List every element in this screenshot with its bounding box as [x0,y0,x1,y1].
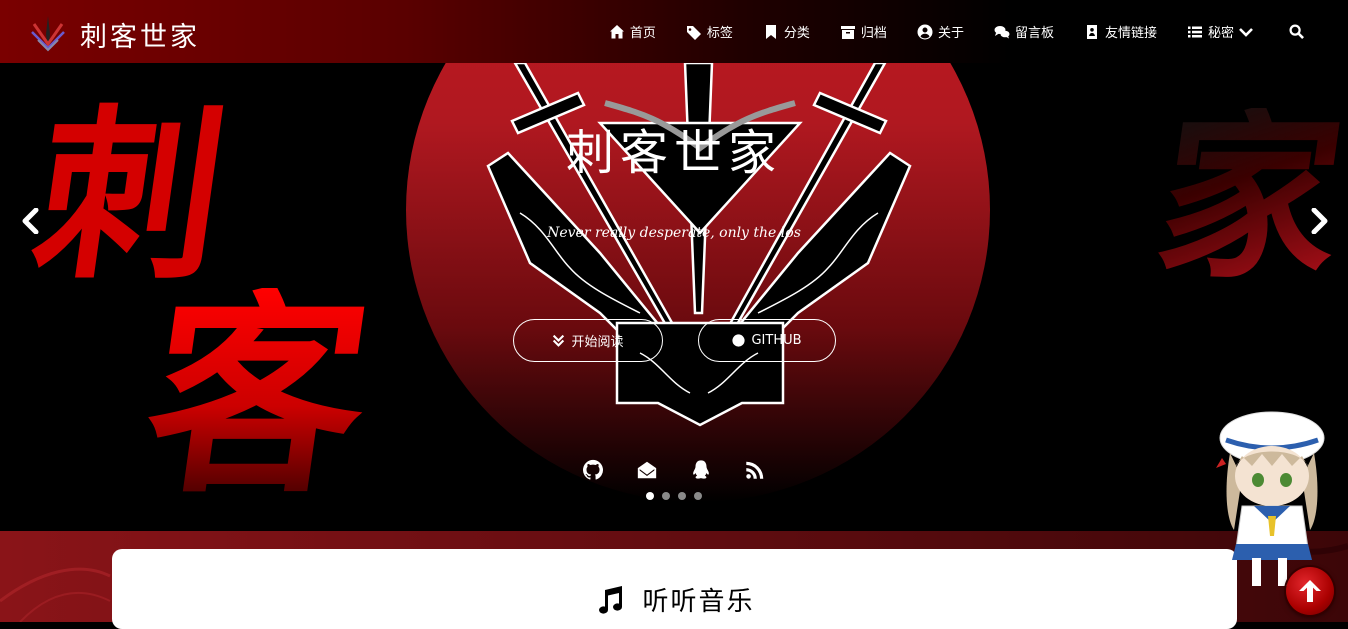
chevron-left-icon [22,207,39,235]
home-icon [609,24,624,38]
tags-icon [686,25,701,40]
mascot-character[interactable] [1212,408,1332,588]
brand-name: 刺客世家 [80,21,200,53]
nav-label: 首页 [629,26,656,41]
nav-item-secret-dropdown[interactable]: 秘密 [1187,22,1259,41]
nav-label: 留言板 [1014,26,1054,41]
nav-label: 友情链接 [1104,26,1157,41]
chevron-right-icon [1311,207,1328,235]
nav-label: 分类 [783,26,810,41]
assassin-logo-icon [31,16,65,52]
hero-title: 刺客世家 [565,125,782,181]
archive-icon [840,25,855,39]
search-icon [1289,24,1304,39]
carousel-dot[interactable] [662,492,670,500]
nav-item-home[interactable]: 首页 [609,22,656,41]
nav-item-about[interactable]: 关于 [917,22,964,41]
top-navbar: 刺客世家 首页 标签 分类 归档 关于 留言板 友情链接 秘密 [0,0,1348,63]
brand[interactable]: 刺客世家 [28,14,200,54]
search-button[interactable] [1289,24,1304,39]
arrow-up-icon [1299,580,1321,602]
nav-item-friend-links[interactable]: 友情链接 [1084,22,1157,41]
music-card: 听听音乐 [112,549,1237,629]
github-link[interactable] [582,459,604,481]
back-to-top-button[interactable] [1286,567,1334,615]
nav-item-guestbook[interactable]: 留言板 [994,22,1054,41]
hero-banner: 刺 客 家 刺客世家 Never really desperate, only … [0,63,1348,531]
chevron-down-icon [1239,27,1253,37]
nav-label: 秘密 [1207,26,1234,41]
github-icon [732,334,746,347]
user-circle-icon [917,24,933,39]
carousel-indicators [0,492,1348,500]
carousel-prev-button[interactable] [19,207,41,235]
carousel-dot[interactable] [678,492,686,500]
nav-label: 关于 [937,26,964,41]
social-links [0,459,1348,481]
rss-icon [746,461,764,479]
hero-subtitle: Never really desperate, only the los [547,225,801,241]
carousel-dot[interactable] [694,492,702,500]
comments-icon [994,25,1010,38]
nav-label: 归档 [860,26,887,41]
nav-label: 标签 [706,26,733,41]
envelope-icon [637,461,657,479]
music-icon [599,585,623,614]
carousel-next-button[interactable] [1309,207,1331,235]
nav-menu: 首页 标签 分类 归档 关于 留言板 友情链接 秘密 [609,0,1348,63]
bookmark-icon [765,24,776,39]
github-button[interactable]: GITHUB [698,319,836,362]
address-card-icon [1086,24,1097,39]
nav-item-tags[interactable]: 标签 [686,22,733,41]
email-link[interactable] [636,459,658,481]
nav-item-categories[interactable]: 分类 [763,22,810,41]
music-title-text: 听听音乐 [642,587,755,617]
list-icon [1187,26,1202,37]
github-icon [582,459,604,480]
angle-double-down-icon [553,334,565,347]
carousel-dot[interactable] [646,492,654,500]
start-reading-label: 开始阅读 [571,335,624,350]
start-reading-button[interactable]: 开始阅读 [513,319,663,362]
nav-item-archives[interactable]: 归档 [840,22,887,41]
music-card-title: 听听音乐 [112,581,1237,618]
qq-link[interactable] [690,459,712,481]
qq-icon [693,460,709,479]
github-label: GITHUB [751,333,802,348]
rss-link[interactable] [744,459,766,481]
